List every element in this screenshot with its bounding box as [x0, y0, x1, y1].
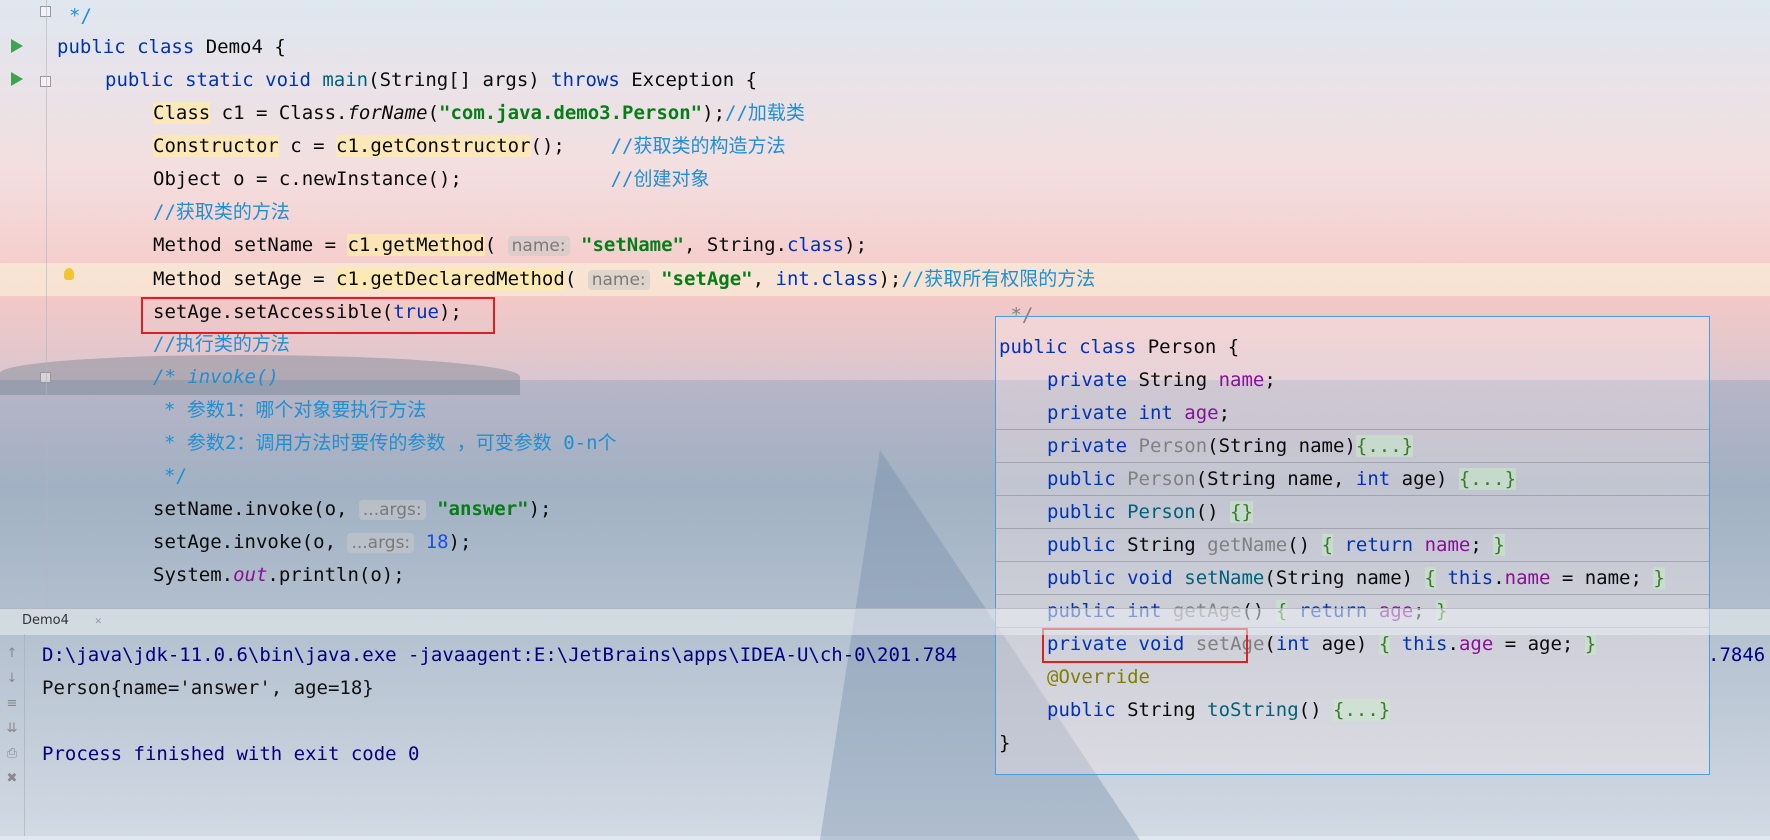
soft-wrap-icon[interactable]: ≡: [5, 696, 19, 711]
console-command: D:\java\jdk-11.0.6\bin\java.exe -javaage…: [42, 644, 958, 666]
code-line: //获取类的方法: [153, 201, 290, 223]
console-output: Person{name='answer', age=18}: [42, 677, 374, 699]
code-line: setName.invoke(o, ...args: "answer");: [153, 498, 552, 520]
scroll-end-icon[interactable]: ⇊: [5, 721, 19, 736]
close-icon[interactable]: ✕: [95, 614, 102, 627]
popup-line: public Person() {}: [1047, 501, 1253, 523]
console-up-icon[interactable]: ↑: [5, 646, 19, 661]
console-command-tail: .7846: [1708, 644, 1766, 666]
trash-icon[interactable]: ✖: [5, 771, 19, 786]
popup-line: private String name;: [1047, 369, 1276, 391]
console-exit-message: Process finished with exit code 0: [42, 743, 420, 765]
code-line: public static void main(String[] args) t…: [105, 69, 758, 91]
code-line: */: [69, 5, 92, 27]
popup-line: public String getName() { return name; }: [1047, 534, 1505, 556]
run-icon[interactable]: [11, 39, 23, 53]
code-line: * 参数2：调用方法时要传的参数 ，可变参数 0-n个: [164, 432, 617, 454]
gutter-separator: [46, 0, 47, 608]
popup-line: @Override: [1047, 666, 1150, 688]
run-tool-strip: Demo4 ✕: [0, 608, 1770, 635]
code-line: public class Demo4 {: [57, 36, 286, 58]
code-line: /* invoke(): [153, 366, 279, 388]
editor-gutter: [0, 0, 51, 608]
code-line: setAge.invoke(o, ...args: 18);: [153, 531, 472, 553]
run-icon[interactable]: [11, 72, 23, 86]
code-line: */: [164, 465, 187, 487]
code-line: Constructor c = c1.getConstructor(); //获…: [153, 135, 786, 157]
highlight-box-setaccessible: [141, 297, 495, 334]
popup-line: }: [999, 732, 1011, 754]
code-line: Object o = c.newInstance(); //创建对象: [153, 168, 710, 190]
popup-line: public Person(String name, int age) {...…: [1047, 468, 1517, 490]
popup-line: public void setName(String name) { this.…: [1047, 567, 1665, 589]
print-icon[interactable]: ⎙: [5, 746, 19, 761]
popup-line: public String toString() {...}: [1047, 699, 1391, 721]
code-line: Method setAge = c1.getDeclaredMethod( na…: [153, 268, 1096, 290]
code-line: Class c1 = Class.forName("com.java.demo3…: [153, 102, 805, 124]
popup-line: private int age;: [1047, 402, 1231, 424]
popup-line: private Person(String name){...}: [1047, 435, 1414, 457]
code-line: System.out.println(o);: [153, 564, 405, 586]
tab-demo4[interactable]: Demo4: [22, 613, 69, 628]
person-class-popup[interactable]: */ public class Person { private String …: [995, 304, 1710, 775]
code-line: Method setName = c1.getMethod( name: "se…: [153, 234, 868, 256]
popup-partial-line: */: [999, 304, 1034, 326]
console-toolbar: ↑ ↓ ≡ ⇊ ⎙ ✖: [0, 634, 25, 836]
code-line: * 参数1：哪个对象要执行方法: [164, 399, 427, 421]
popup-line: public class Person {: [999, 336, 1240, 358]
bulb-icon[interactable]: [64, 268, 74, 280]
console-down-icon[interactable]: ↓: [5, 671, 19, 686]
